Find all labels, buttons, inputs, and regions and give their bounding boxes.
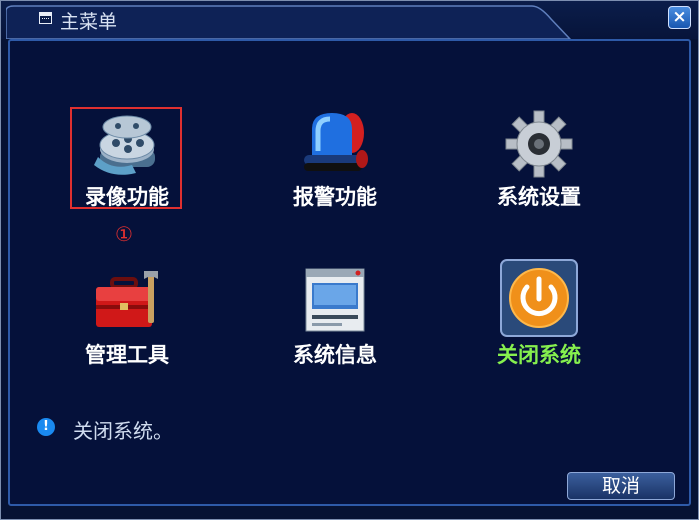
- alarm-light-icon: [300, 109, 370, 179]
- menu-item-label: 报警功能: [293, 185, 377, 209]
- main-menu-window: 主菜单 × 录像功能 报警功能 系统设置 管理工具 系统信息 关闭系统 ① ! …: [0, 0, 699, 520]
- menu-item-settings[interactable]: 系统设置: [464, 109, 614, 239]
- menu-window-icon: [39, 12, 52, 24]
- cancel-button[interactable]: 取消: [567, 472, 675, 500]
- step-marker: ①: [115, 222, 133, 246]
- title-bar: 主菜单 ×: [1, 1, 698, 39]
- info-icon: !: [37, 418, 55, 436]
- system-info-window-icon: [300, 267, 370, 337]
- menu-item-tools[interactable]: 管理工具: [52, 267, 202, 397]
- menu-item-label: 系统设置: [497, 185, 581, 209]
- close-button[interactable]: ×: [668, 6, 691, 29]
- menu-item-system-info[interactable]: 系统信息: [260, 267, 410, 397]
- menu-item-label: 管理工具: [85, 343, 169, 367]
- status-message: 关闭系统。: [73, 419, 173, 443]
- window-title: 主菜单: [60, 11, 118, 33]
- menu-item-alarm[interactable]: 报警功能: [260, 109, 410, 239]
- power-icon: [500, 259, 578, 337]
- menu-item-label: 关闭系统: [497, 343, 581, 367]
- selection-highlight: [70, 107, 182, 209]
- menu-item-shutdown[interactable]: 关闭系统: [464, 259, 614, 389]
- menu-item-label: 系统信息: [293, 343, 377, 367]
- gear-icon: [504, 109, 574, 179]
- toolbox-icon: [92, 267, 162, 337]
